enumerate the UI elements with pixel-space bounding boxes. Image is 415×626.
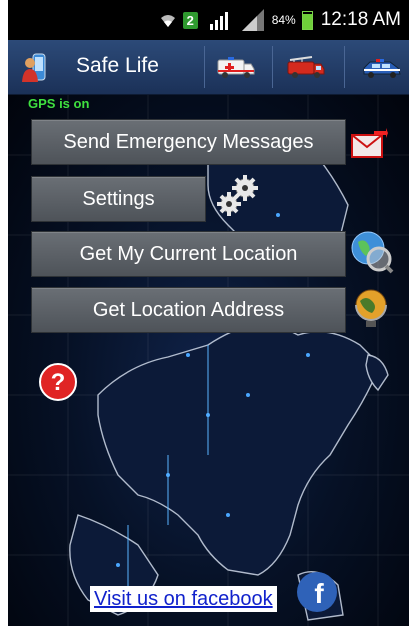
- status-bar: 2 84% 12:18 AM: [8, 0, 409, 40]
- fire-truck-icon[interactable]: [286, 54, 326, 80]
- action-bar: Safe Life: [8, 40, 409, 95]
- envelope-icon[interactable]: [350, 127, 388, 159]
- signal-icon: [204, 9, 234, 31]
- svg-text:?: ?: [51, 369, 66, 396]
- send-emergency-messages-button[interactable]: Send Emergency Messages: [31, 119, 346, 165]
- svg-text:f: f: [314, 578, 324, 609]
- ambulance-icon[interactable]: [216, 54, 256, 80]
- wifi-icon: [159, 11, 177, 29]
- battery-percent: 84%: [271, 13, 296, 27]
- divider: [204, 46, 205, 88]
- globe-icon[interactable]: [352, 287, 390, 329]
- signal-strength-icon: [240, 8, 266, 32]
- gear-icon[interactable]: [215, 174, 263, 218]
- help-icon[interactable]: ?: [38, 362, 78, 402]
- globe-magnifier-icon[interactable]: [348, 228, 394, 274]
- app-title: Safe Life: [76, 54, 159, 77]
- phone-screen: 2 84% 12:18 AM Safe Life GPS is on Send …: [8, 0, 409, 626]
- divider: [272, 46, 273, 88]
- get-location-address-button[interactable]: Get Location Address: [31, 287, 346, 333]
- facebook-link[interactable]: Visit us on facebook: [90, 586, 277, 612]
- world-map-background: [8, 95, 409, 626]
- divider: [344, 46, 345, 88]
- get-current-location-button[interactable]: Get My Current Location: [31, 231, 346, 277]
- clock: 12:18 AM: [320, 9, 401, 30]
- app-logo-icon[interactable]: [19, 52, 51, 84]
- police-car-icon[interactable]: [362, 54, 402, 80]
- facebook-icon[interactable]: f: [295, 570, 339, 614]
- gps-status: GPS is on: [28, 96, 90, 111]
- network-badge: 2: [182, 11, 198, 29]
- battery-icon: [301, 10, 313, 30]
- settings-button[interactable]: Settings: [31, 176, 206, 222]
